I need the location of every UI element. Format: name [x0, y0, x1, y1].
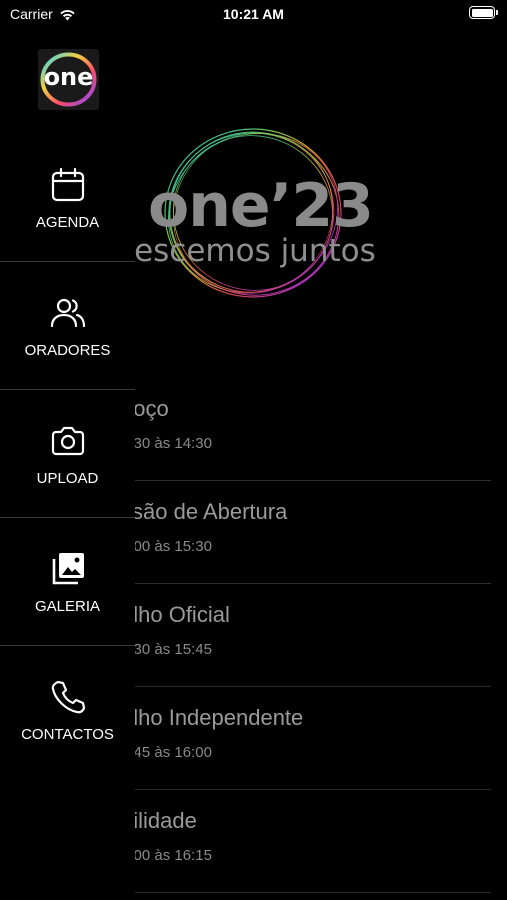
app-logo-text: one [43, 63, 94, 91]
divider [121, 892, 491, 893]
session-title: alho Oficial [121, 602, 230, 627]
divider [0, 261, 135, 262]
menu-item-upload[interactable]: UPLOAD [0, 391, 135, 518]
session-title: ssão de Abertura [121, 499, 288, 524]
calendar-icon [51, 167, 85, 202]
camera-icon [51, 426, 85, 456]
phone-icon [51, 680, 86, 714]
menu-item-oradores[interactable]: ORADORES [0, 263, 135, 390]
divider [0, 517, 135, 518]
gallery-icon [52, 553, 84, 585]
battery-icon [469, 6, 498, 19]
event-tagline: rescemos juntos [122, 233, 376, 269]
divider [0, 389, 135, 390]
menu-item-label: GALERIA [34, 598, 101, 615]
app-logo[interactable]: one [38, 49, 99, 110]
side-drawer: one AGENDA ORADORES UPLOAD GALERIA CONTA… [0, 0, 135, 900]
clock: 10:21 AM [223, 6, 284, 22]
divider [0, 645, 135, 646]
users-icon [50, 298, 86, 328]
menu-item-galeria[interactable]: GALERIA [0, 519, 135, 646]
menu-item-agenda[interactable]: AGENDA [0, 135, 135, 262]
menu-item-label: ORADORES [24, 342, 111, 359]
event-logo-text: one’23 [148, 171, 374, 241]
menu-item-label: CONTACTOS [21, 726, 114, 743]
menu-item-label: AGENDA [35, 214, 100, 231]
session-title: alho Independente [121, 705, 304, 730]
status-bar: Carrier 10:21 AM [0, 0, 507, 30]
menu-item-label: UPLOAD [36, 470, 99, 487]
menu-item-contactos[interactable]: CONTACTOS [0, 647, 135, 774]
